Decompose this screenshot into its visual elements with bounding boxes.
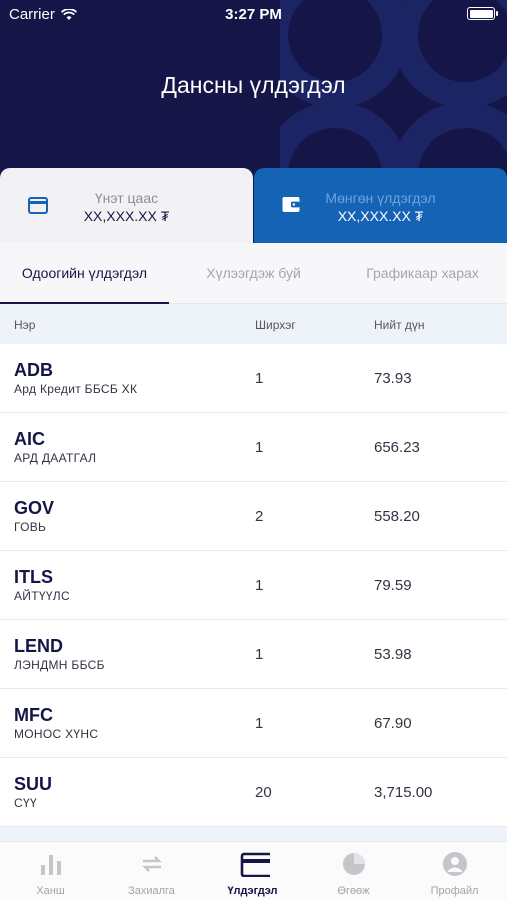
page-title: Дансны үлдэгдэл (161, 72, 346, 98)
row-quantity: 1 (255, 646, 264, 663)
table-row[interactable]: MFC МОНОС ХҮНС 1 67.90 (0, 689, 507, 758)
row-total: 558.20 (374, 508, 420, 525)
tab-current-balance[interactable]: Одоогийн үлдэгдэл (0, 243, 169, 305)
holdings-list: ADB Ард Кредит ББСБ ХК 1 73.93 AIC АРД Д… (0, 344, 507, 827)
securities-balance-card[interactable]: Үнэт цаас XX,XXX.XX ₮ (0, 168, 253, 243)
row-symbol: ADB (14, 360, 53, 380)
row-total: 67.90 (374, 715, 412, 732)
clock: 3:27 PM (225, 6, 282, 23)
row-symbol: LEND (14, 636, 63, 656)
row-symbol: GOV (14, 498, 55, 518)
row-symbol: AIC (14, 429, 45, 449)
row-quantity: 1 (255, 439, 264, 456)
row-total: 656.23 (374, 439, 420, 456)
tabbar-item-orders[interactable]: Захиалга (101, 842, 202, 900)
column-header-total: Нийт дүн (374, 318, 425, 332)
row-company-name: Ард Кредит ББСБ ХК (14, 382, 138, 396)
table-row[interactable]: LEND ЛЭНДМН ББСБ 1 53.98 (0, 620, 507, 689)
tabbar-label: Өгөөж (337, 885, 370, 897)
user-icon (443, 852, 467, 876)
tabbar-item-balance[interactable]: Үлдэгдэл (202, 842, 303, 900)
row-company-name: АРД ДААТГАЛ (14, 451, 97, 465)
row-company-name: МОНОС ХҮНС (14, 727, 99, 741)
table-row[interactable]: AIC АРД ДААТГАЛ 1 656.23 (0, 413, 507, 482)
tabbar-label: Профайл (430, 885, 479, 897)
cash-value: XX,XXX.XX ₮ (337, 208, 424, 224)
list-footer-spacer (0, 827, 507, 841)
securities-value: XX,XXX.XX ₮ (83, 208, 170, 224)
row-company-name: АЙТҮҮЛС (14, 589, 70, 603)
row-symbol: MFC (14, 705, 53, 725)
row-total: 73.93 (374, 370, 412, 387)
row-total: 79.59 (374, 577, 412, 594)
table-row[interactable]: GOV ГОВЬ 2 558.20 (0, 482, 507, 551)
battery-icon (467, 7, 498, 20)
segment-tabs: Одоогийн үлдэгдэл Хүлээгдэж буй Графикаа… (0, 243, 507, 305)
tabbar-label: Ханш (36, 885, 65, 897)
card-icon (240, 852, 270, 877)
tabbar-item-rates[interactable]: Ханш (0, 842, 101, 900)
bar-chart-icon (41, 855, 61, 875)
securities-label: Үнэт цаас (94, 190, 159, 206)
tabbar-item-profile[interactable]: Профайл (404, 842, 505, 900)
cash-label: Мөнгөн үлдэгдэл (325, 190, 436, 206)
row-company-name: СҮҮ (14, 796, 37, 810)
table-row[interactable]: ADB Ард Кредит ББСБ ХК 1 73.93 (0, 344, 507, 413)
pie-chart-icon (343, 853, 365, 875)
row-company-name: ЛЭНДМН ББСБ (14, 658, 105, 672)
row-quantity: 2 (255, 508, 264, 525)
cash-balance-card[interactable]: Мөнгөн үлдэгдэл XX,XXX.XX ₮ (254, 168, 507, 243)
column-header-name: Нэр (14, 318, 36, 332)
row-company-name: ГОВЬ (14, 520, 47, 534)
tabbar-label: Захиалга (128, 885, 175, 897)
row-symbol: ITLS (14, 567, 53, 587)
table-row[interactable]: ITLS АЙТҮҮЛС 1 79.59 (0, 551, 507, 620)
row-quantity: 1 (255, 715, 264, 732)
row-total: 53.98 (374, 646, 412, 663)
tabbar-label: Үлдэгдэл (227, 885, 278, 897)
status-bar: Carrier 3:27 PM (0, 0, 507, 30)
row-total: 3,715.00 (374, 784, 433, 801)
column-header-qty: Ширхэг (255, 318, 296, 332)
bottom-tab-bar: Ханш Захиалга Үлдэгдэл Өгөөж Профайл (0, 841, 507, 900)
tab-chart-view[interactable]: Графикаар харах (338, 243, 507, 304)
row-quantity: 1 (255, 370, 264, 387)
table-row[interactable]: SUU СҮҮ 20 3,715.00 (0, 758, 507, 827)
tabbar-item-yield[interactable]: Өгөөж (303, 842, 404, 900)
transfer-icon (142, 856, 162, 872)
row-quantity: 1 (255, 577, 264, 594)
row-quantity: 20 (255, 784, 272, 801)
row-symbol: SUU (14, 774, 53, 794)
table-header: Нэр Ширхэг Нийт дүн (0, 304, 507, 344)
tab-pending[interactable]: Хүлээгдэж буй (169, 243, 338, 304)
